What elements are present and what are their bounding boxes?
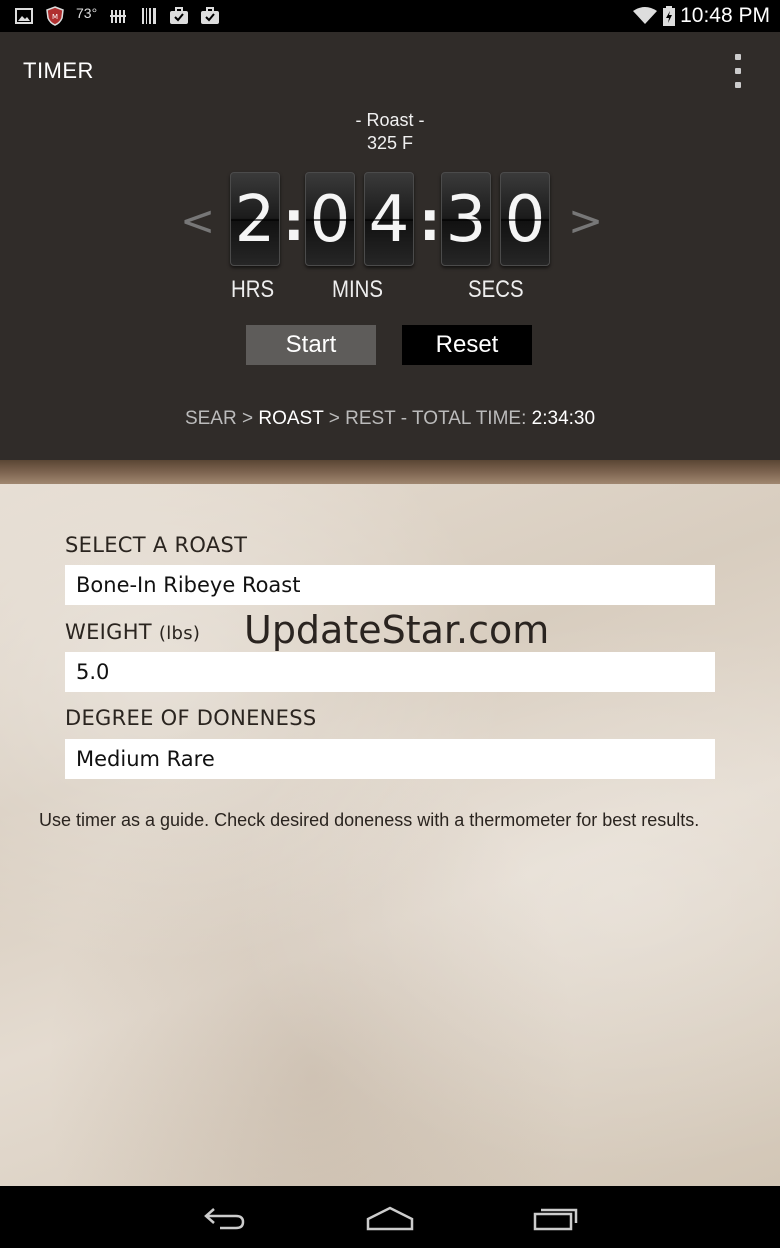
- svg-text:M: M: [52, 13, 58, 21]
- back-icon[interactable]: [194, 1200, 254, 1236]
- weight-label-text: WEIGHT: [65, 620, 152, 644]
- gallery-icon: [14, 6, 34, 26]
- briefcase-icon: [169, 6, 189, 26]
- start-button[interactable]: Start: [246, 325, 376, 365]
- stage-rest: REST: [345, 408, 396, 429]
- wood-edge: [0, 460, 780, 484]
- watermark: UpdateStar.com: [244, 608, 550, 652]
- doneness-select[interactable]: Medium Rare: [65, 739, 715, 779]
- battery-icon: [662, 6, 676, 26]
- home-icon[interactable]: [360, 1200, 420, 1236]
- minutes-ones-digit[interactable]: 4: [364, 172, 414, 266]
- minutes-label: MINS: [332, 276, 383, 303]
- hours-digit[interactable]: 2: [230, 172, 280, 266]
- navigation-bar: [0, 1186, 780, 1248]
- timer-panel: TIMER - Roast - 325 F < > 2 : 0 4 : 3 0 …: [0, 32, 780, 460]
- weight-input[interactable]: 5.0: [65, 652, 715, 692]
- seconds-tens-digit[interactable]: 3: [441, 172, 491, 266]
- stage-name: - Roast -: [355, 110, 425, 130]
- previous-stage-arrow[interactable]: <: [180, 196, 215, 245]
- minutes-tens-digit[interactable]: 0: [305, 172, 355, 266]
- seconds-label: SECS: [468, 276, 524, 303]
- signal-bars-icon: [109, 6, 127, 26]
- cooking-sequence: SEAR > ROAST > REST - TOTAL TIME: 2:34:3…: [0, 408, 780, 430]
- total-time-value: 2:34:30: [531, 408, 596, 429]
- clock: 10:48 PM: [680, 4, 770, 27]
- wifi-icon: [632, 6, 658, 26]
- weight-label: WEIGHT (lbs): [65, 620, 200, 644]
- guide-note: Use timer as a guide. Check desired done…: [39, 810, 700, 830]
- reset-button[interactable]: Reset: [402, 325, 532, 365]
- total-time-label: - TOTAL TIME:: [395, 408, 532, 429]
- roast-label: SELECT A ROAST: [65, 533, 248, 557]
- roast-select[interactable]: Bone-In Ribeye Roast: [65, 565, 715, 605]
- temperature-readout: 73°: [76, 5, 98, 21]
- sequence-separator: >: [323, 408, 346, 429]
- security-shield-icon: M: [45, 6, 65, 26]
- status-bar: M 73° 10:48 PM: [0, 0, 780, 32]
- time-separator: :: [419, 190, 441, 253]
- next-stage-arrow[interactable]: >: [568, 196, 603, 245]
- stage-temperature: 325 F: [366, 133, 414, 153]
- stage-sear: SEAR: [184, 408, 237, 429]
- settings-form: SELECT A ROAST Bone-In Ribeye Roast WEIG…: [0, 460, 780, 1186]
- barcode-icon: [140, 6, 158, 26]
- download-icon: [200, 6, 220, 26]
- app-title: TIMER: [23, 58, 94, 83]
- recent-apps-icon[interactable]: [526, 1200, 586, 1236]
- hours-label: HRS: [231, 276, 275, 303]
- seconds-ones-digit[interactable]: 0: [500, 172, 550, 266]
- stage-roast: ROAST: [258, 408, 324, 429]
- doneness-label: DEGREE OF DONENESS: [65, 706, 317, 730]
- weight-unit: (lbs): [158, 623, 201, 644]
- overflow-menu-icon[interactable]: [728, 54, 748, 88]
- sequence-separator: >: [236, 408, 259, 429]
- time-separator: :: [283, 190, 305, 253]
